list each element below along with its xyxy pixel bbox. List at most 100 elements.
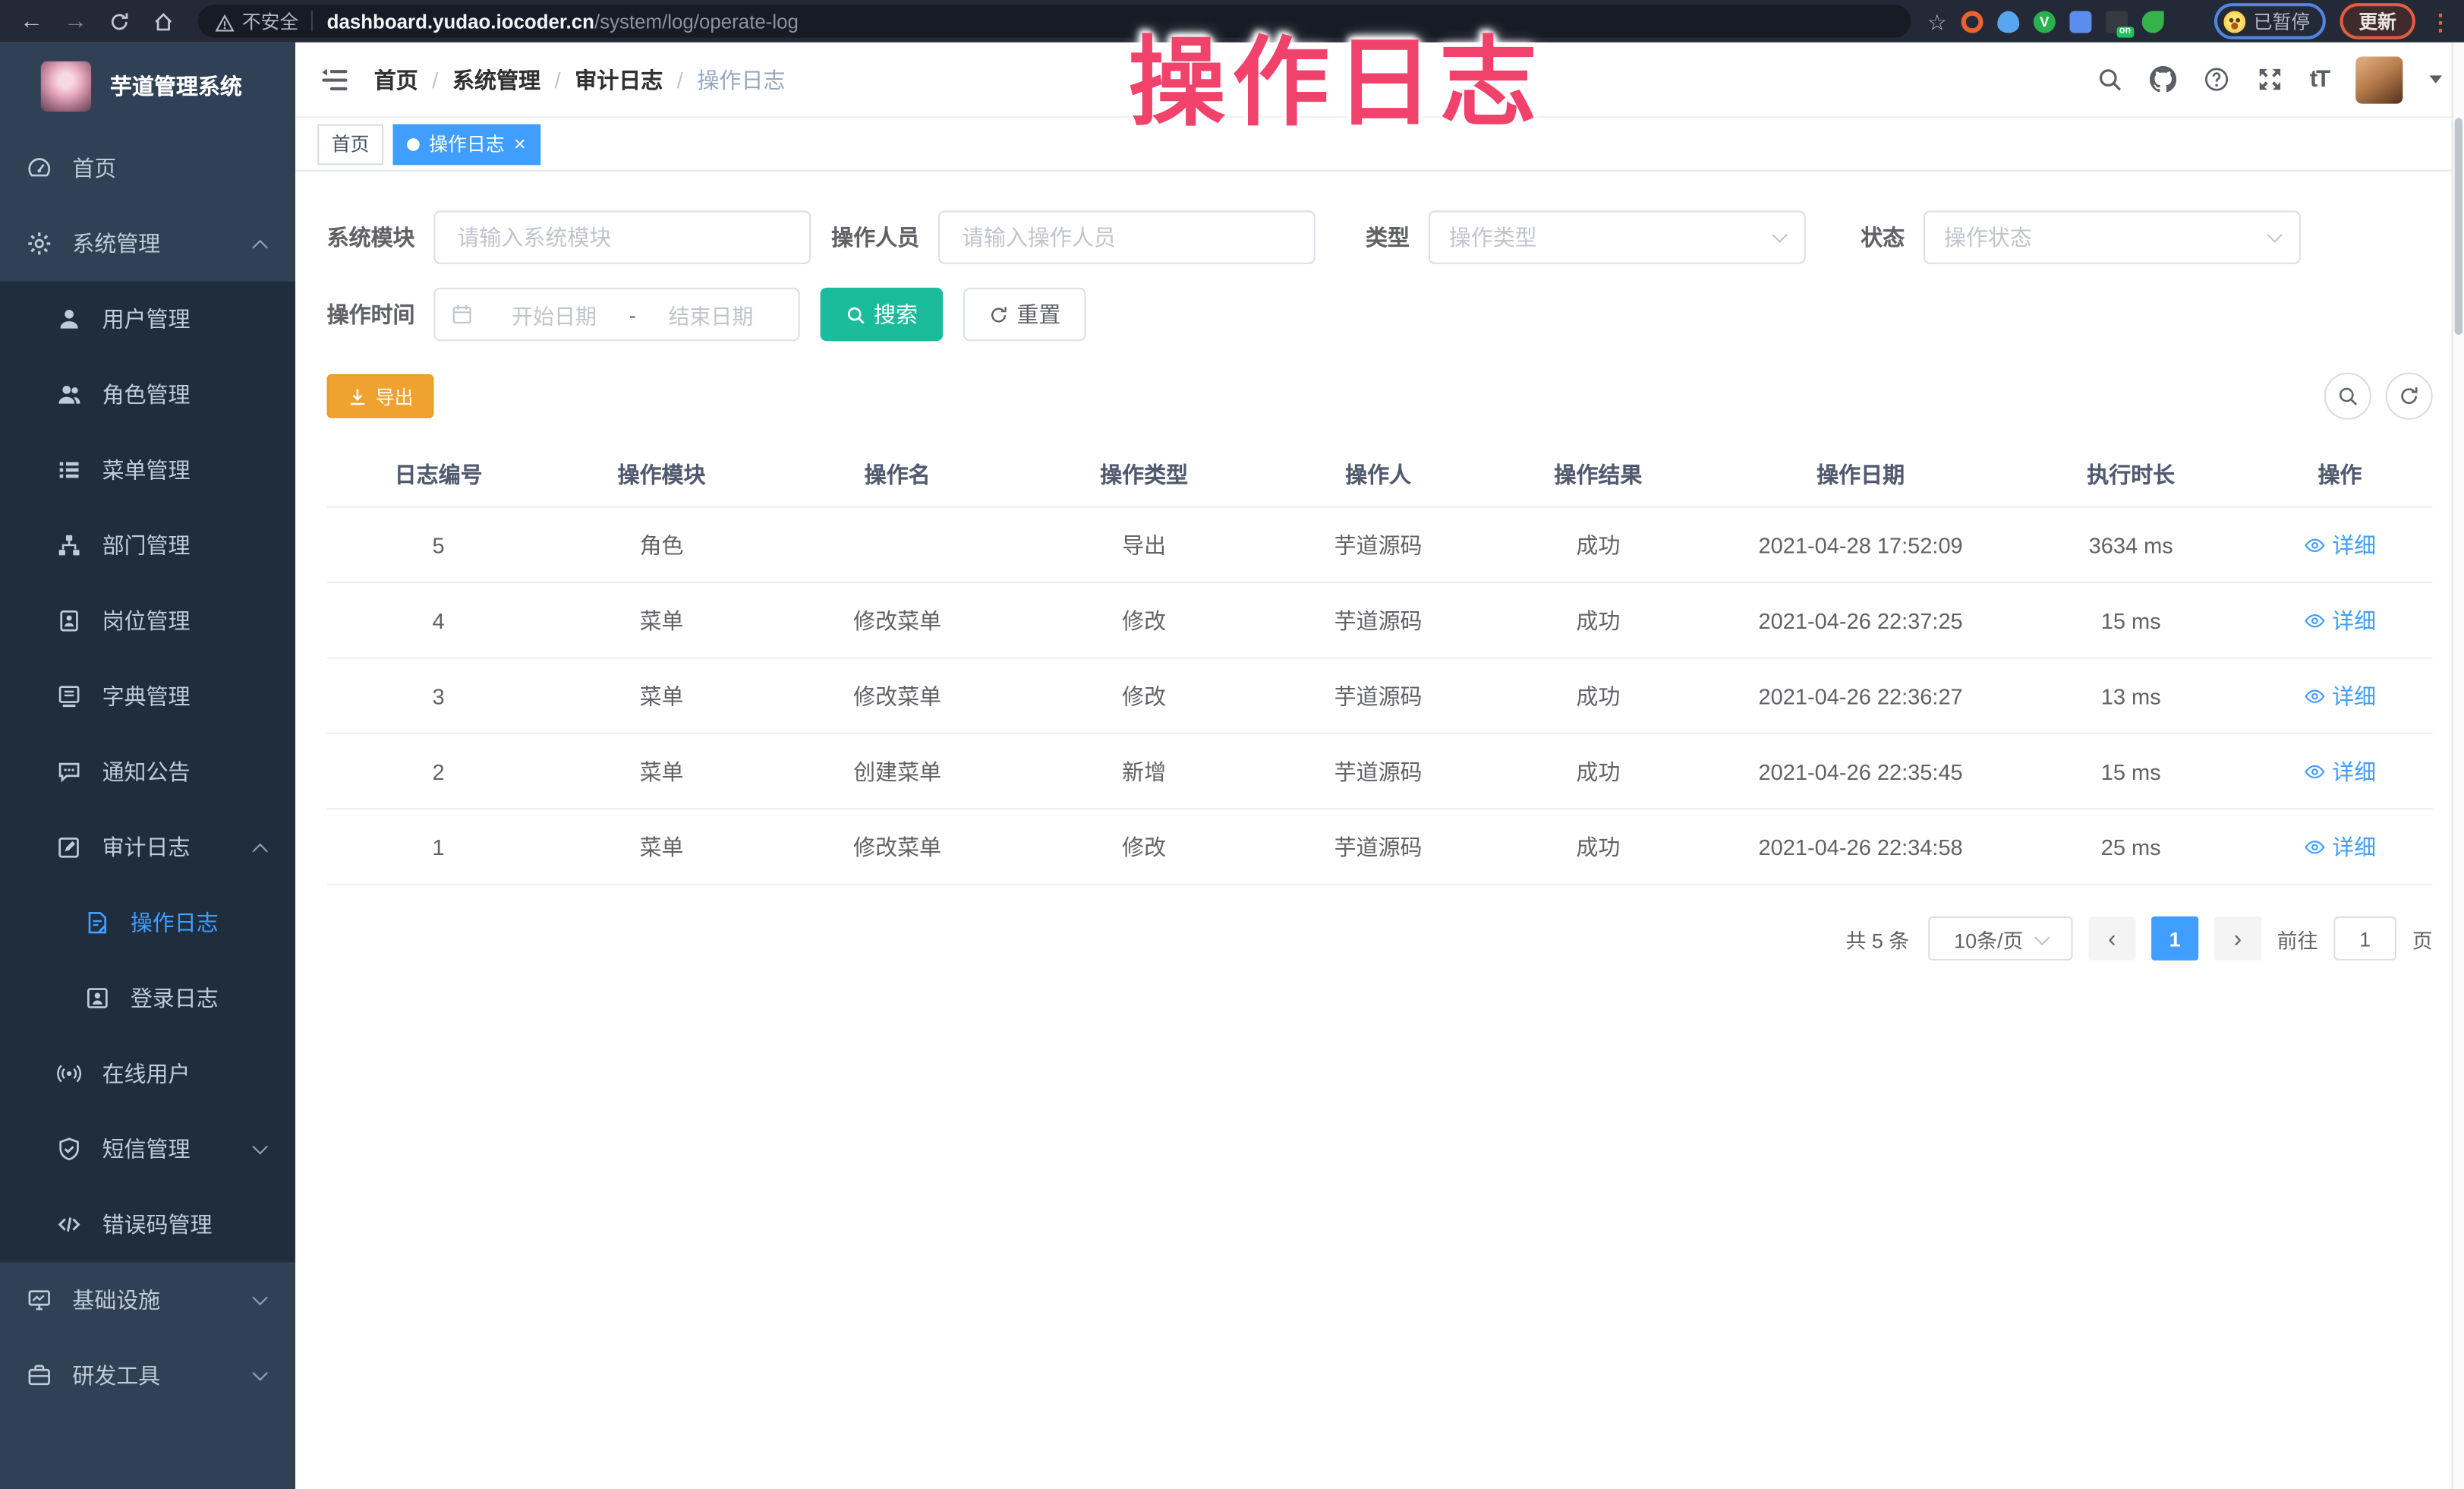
- browser-menu-icon[interactable]: ⋮: [2430, 10, 2452, 32]
- table-header-row: 日志编号 操作模块 操作名 操作类型 操作人 操作结果 操作日期 执行时长 操作: [327, 442, 2433, 508]
- extension-ring-icon[interactable]: [1961, 10, 1983, 32]
- code-icon: [57, 1212, 82, 1237]
- toggle-search-button[interactable]: [2324, 373, 2371, 420]
- extension-drop-icon[interactable]: [1997, 10, 2019, 32]
- sidebar-item-online-users[interactable]: 在线用户: [0, 1036, 295, 1111]
- sidebar-item-error-codes[interactable]: 错误码管理: [0, 1187, 295, 1262]
- extension-v-icon[interactable]: V: [2034, 10, 2056, 32]
- reset-button[interactable]: 重置: [963, 288, 1085, 341]
- status-select[interactable]: 操作状态: [1924, 210, 2301, 263]
- table-row: 1 菜单 修改菜单 修改 芋道源码 成功 2021-04-26 22:34:58…: [327, 809, 2433, 885]
- badge-icon: [57, 608, 82, 633]
- filter-module: 系统模块: [327, 210, 811, 263]
- breadcrumb-system[interactable]: 系统管理: [452, 64, 540, 95]
- extension-leaf-icon[interactable]: [2142, 10, 2164, 32]
- sidebar-item-menus[interactable]: 菜单管理: [0, 432, 295, 507]
- table-row: 3 菜单 修改菜单 修改 芋道源码 成功 2021-04-26 22:36:27…: [327, 658, 2433, 733]
- chevron-icon: [252, 1138, 267, 1153]
- sidebar-item-devtools[interactable]: 研发工具: [0, 1338, 295, 1413]
- address-bar[interactable]: 不安全 dashboard.yudao.iocoder.cn /system/l…: [198, 5, 1911, 37]
- bookmark-star-icon[interactable]: ☆: [1927, 10, 1947, 32]
- app-logo: [41, 62, 91, 112]
- sidebar-item-audit-logs[interactable]: 审计日志: [0, 809, 295, 885]
- search-icon[interactable]: [2096, 66, 2122, 93]
- sidebar-item-roles[interactable]: 角色管理: [0, 357, 295, 432]
- next-page-button[interactable]: ›: [2214, 916, 2261, 961]
- tab-operate-log[interactable]: 操作日志 ×: [393, 124, 540, 165]
- prev-page-button[interactable]: ‹: [2088, 916, 2135, 961]
- sidebar-item-infrastructure[interactable]: 基础设施: [0, 1262, 295, 1337]
- sidebar-logo-row[interactable]: 芋道管理系统: [0, 43, 295, 131]
- goto-page-input[interactable]: [2333, 916, 2396, 961]
- user-avatar[interactable]: [2355, 55, 2403, 103]
- chevron-down-icon: [2267, 227, 2282, 242]
- close-icon[interactable]: ×: [514, 134, 526, 154]
- browser-home-icon[interactable]: [144, 4, 182, 39]
- module-input[interactable]: [454, 223, 790, 251]
- browser-forward-icon[interactable]: →: [57, 4, 95, 39]
- font-size-icon[interactable]: tT: [2310, 66, 2329, 93]
- detail-link[interactable]: 详细: [2304, 831, 2376, 862]
- scrollbar[interactable]: [2452, 43, 2464, 1489]
- date-range-picker[interactable]: 开始日期 - 结束日期: [433, 288, 799, 341]
- filter-operator: 操作人员: [831, 210, 1315, 263]
- tab-home[interactable]: 首页: [317, 124, 383, 165]
- sidebar-item-login-log[interactable]: 登录日志: [0, 961, 295, 1036]
- extension-onbadge-icon[interactable]: on: [2106, 10, 2128, 32]
- scrollbar-thumb[interactable]: [2455, 118, 2462, 335]
- detail-link[interactable]: 详细: [2304, 680, 2376, 711]
- browser-reload-icon[interactable]: [100, 4, 138, 39]
- update-button[interactable]: 更新: [2340, 3, 2415, 39]
- monitor-icon: [27, 1287, 52, 1312]
- table-row: 5 角色 导出 芋道源码 成功 2021-04-28 17:52:09 3634…: [327, 508, 2433, 583]
- page-suffix: 页: [2412, 923, 2433, 953]
- browser-back-icon[interactable]: ←: [13, 4, 51, 39]
- search-button[interactable]: 搜索: [821, 288, 943, 341]
- page-content: 系统模块 操作人员 类型 操作类型: [295, 172, 2464, 1489]
- export-button[interactable]: 导出: [327, 374, 434, 418]
- detail-link[interactable]: 详细: [2304, 756, 2376, 787]
- sidebar-item-notices[interactable]: 通知公告: [0, 734, 295, 809]
- briefcase-icon: [27, 1363, 52, 1388]
- refresh-button[interactable]: [2386, 373, 2433, 420]
- current-page-button[interactable]: 1: [2151, 916, 2198, 961]
- type-select[interactable]: 操作类型: [1429, 210, 1806, 263]
- hamburger-icon[interactable]: [295, 43, 374, 116]
- help-icon[interactable]: [2203, 66, 2229, 93]
- emoji-avatar: [2223, 10, 2245, 32]
- sidebar-item-home[interactable]: 首页: [0, 131, 295, 206]
- sidebar-item-dictionaries[interactable]: 字典管理: [0, 658, 295, 733]
- profile-paused-chip[interactable]: 已暂停: [2214, 3, 2326, 39]
- eye-icon: [2304, 609, 2326, 631]
- breadcrumb-home[interactable]: 首页: [374, 64, 418, 95]
- chevron-down-icon: [1772, 227, 1787, 242]
- detail-link[interactable]: 详细: [2304, 529, 2376, 560]
- pagination-total: 共 5 条: [1845, 923, 1909, 953]
- menu-list-icon: [57, 457, 82, 482]
- sidebar-item-posts[interactable]: 岗位管理: [0, 583, 295, 658]
- extensions-puzzle-icon[interactable]: [2178, 10, 2200, 32]
- app-title: 芋道管理系统: [110, 71, 242, 102]
- detail-link[interactable]: 详细: [2304, 604, 2376, 636]
- sidebar-item-departments[interactable]: 部门管理: [0, 508, 295, 583]
- goto-label: 前往: [2277, 923, 2318, 953]
- page-size-select[interactable]: 10条/页: [1928, 916, 2072, 961]
- browser-chrome: ← → 不安全 dashboard.yudao.iocoder.cn /syst…: [0, 0, 2464, 43]
- operator-input[interactable]: [959, 223, 1295, 251]
- sidebar-menu: 首页 系统管理 用户管理 角色管理: [0, 131, 295, 1413]
- avatar-caret-icon[interactable]: [2430, 75, 2443, 83]
- filter-status: 状态 操作状态: [1861, 210, 2301, 263]
- extension-blue-icon[interactable]: [2069, 10, 2091, 32]
- sidebar-item-system[interactable]: 系统管理: [0, 206, 295, 281]
- dashboard-icon: [27, 156, 52, 181]
- top-navbar: 首页 / 系统管理 / 审计日志 / 操作日志: [295, 43, 2464, 118]
- fullscreen-icon[interactable]: [2256, 66, 2283, 93]
- sidebar-item-operate-log[interactable]: 操作日志: [0, 885, 295, 961]
- github-icon[interactable]: [2150, 66, 2176, 93]
- audit-log-icon: [57, 834, 82, 860]
- screen: ← → 不安全 dashboard.yudao.iocoder.cn /syst…: [0, 0, 2464, 1489]
- sidebar-item-sms[interactable]: 短信管理: [0, 1112, 295, 1187]
- breadcrumb-audit[interactable]: 审计日志: [575, 64, 663, 95]
- main-area: 首页 / 系统管理 / 审计日志 / 操作日志: [295, 43, 2464, 1489]
- sidebar-item-users[interactable]: 用户管理: [0, 282, 295, 357]
